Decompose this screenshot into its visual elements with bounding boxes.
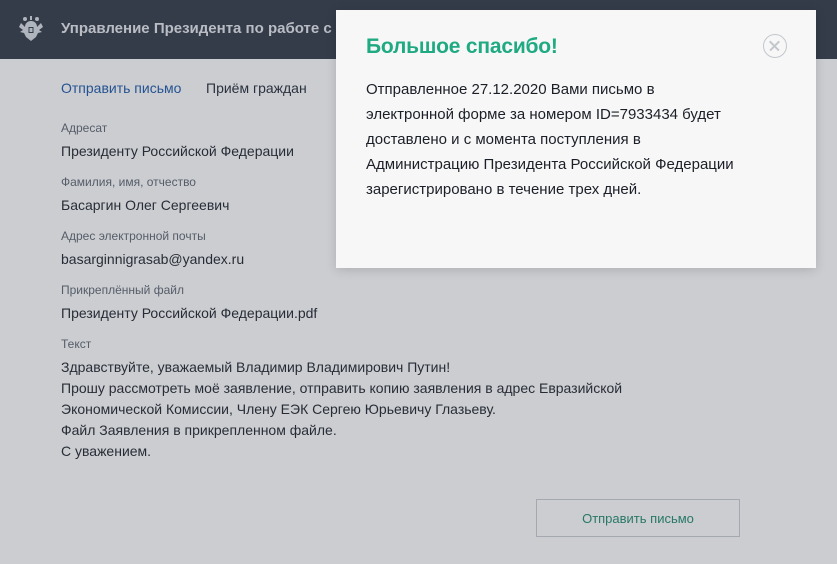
modal-message-line: доставлено и с момента поступления в [366, 131, 641, 148]
modal-message-line: Администрацию Президента Российской Феде… [366, 156, 734, 173]
modal-title: Большое спасибо! [366, 35, 558, 58]
modal-message-line: электронной форме за номером ID=7933434 … [366, 106, 721, 123]
modal-message-line: Отправленное 27.12.2020 Вами письмо в [366, 81, 655, 98]
modal-message-line: зарегистрировано в течение трех дней. [366, 181, 642, 198]
close-icon[interactable] [763, 34, 787, 58]
success-modal: Большое спасибо! Отправленное 27.12.2020… [336, 10, 816, 268]
